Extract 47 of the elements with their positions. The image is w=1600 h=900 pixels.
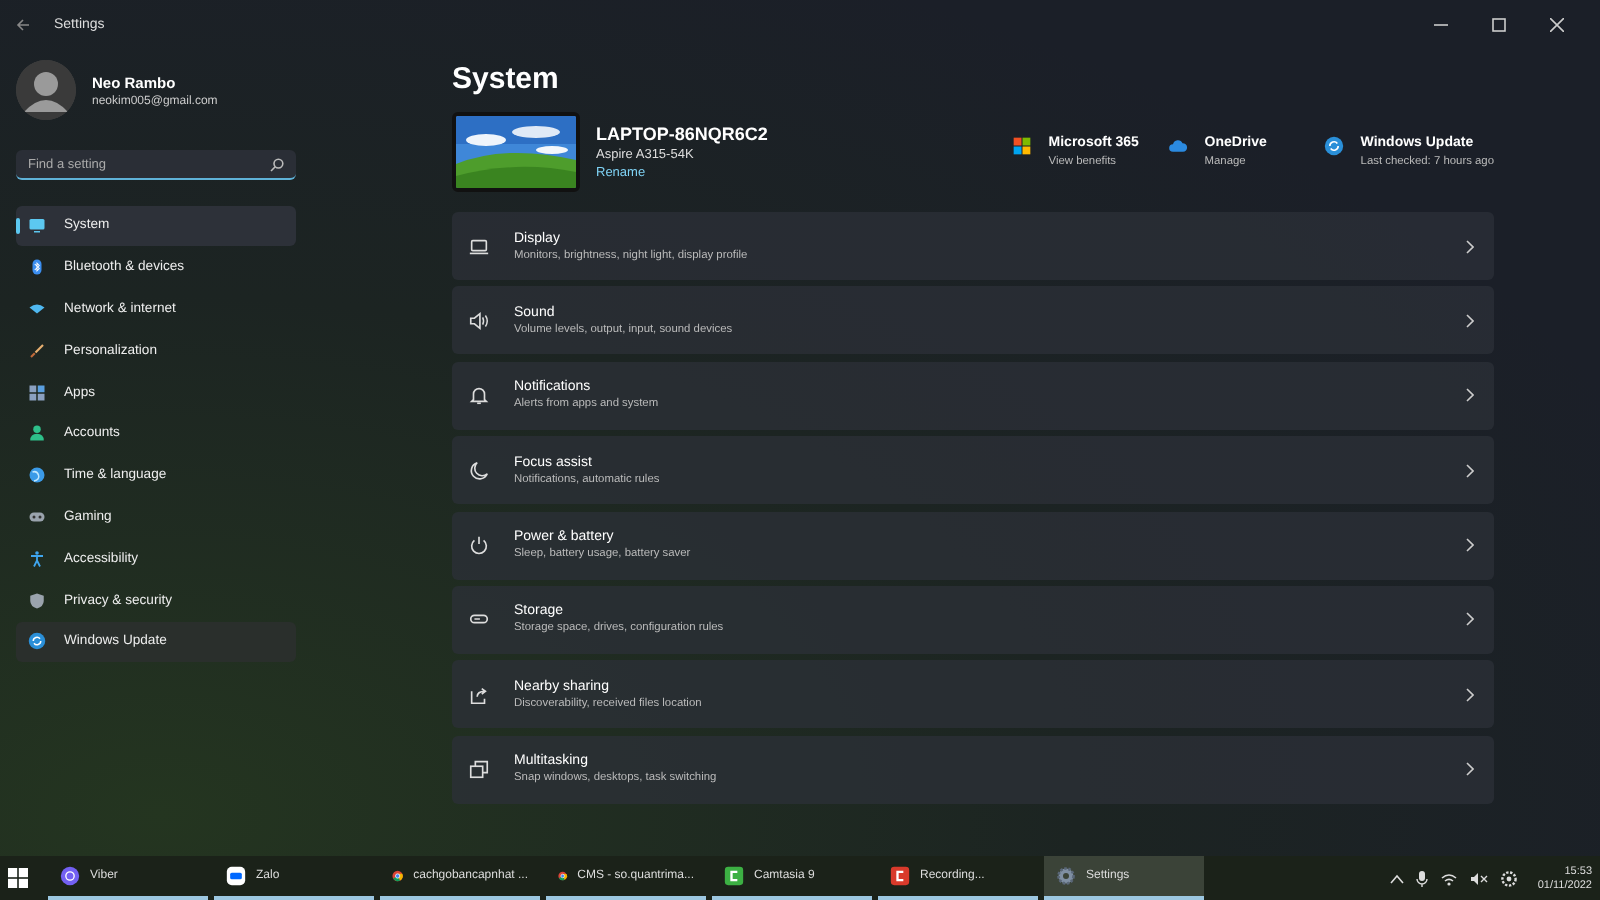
windows-logo-icon[interactable]	[8, 868, 28, 888]
browser-icon	[558, 866, 568, 886]
laptop-icon	[468, 235, 490, 257]
settings-icon[interactable]	[1499, 869, 1518, 887]
gamepad-icon	[28, 507, 46, 526]
chevron-up-icon[interactable]	[1389, 873, 1404, 883]
refresh-icon	[1324, 136, 1345, 156]
monitor-icon	[28, 216, 46, 235]
microphone-icon[interactable]	[1415, 869, 1428, 887]
chevron-icon	[1466, 239, 1474, 253]
chevron-icon	[1466, 612, 1474, 627]
brush-icon	[28, 341, 46, 360]
close-icon[interactable]	[1550, 18, 1564, 32]
chevron-icon	[1466, 313, 1474, 328]
chevron-icon	[1466, 538, 1474, 553]
accessibility-icon	[28, 549, 46, 568]
moon-icon	[468, 459, 490, 482]
person-icon	[28, 424, 46, 443]
shield-icon	[28, 591, 46, 610]
maximize-icon[interactable]	[1492, 18, 1506, 32]
share-icon	[468, 683, 490, 706]
avatar	[16, 60, 76, 120]
minimize-icon[interactable]	[1434, 18, 1448, 32]
wifi-icon	[28, 299, 46, 318]
chevron-icon	[1466, 388, 1474, 403]
apps-icon	[28, 383, 46, 402]
recorder-icon	[890, 866, 910, 886]
bell-icon	[468, 384, 490, 407]
chevron-icon	[1466, 463, 1474, 478]
bluetooth-icon	[28, 258, 46, 277]
power-icon	[468, 534, 490, 557]
refresh-icon	[28, 632, 46, 651]
device-name: LAPTOP-86NQR6C2	[596, 124, 768, 144]
page-title: System	[452, 62, 561, 96]
chevron-icon	[1466, 762, 1474, 777]
windows-stack-icon	[468, 758, 490, 781]
back-arrow-icon[interactable]	[16, 18, 30, 32]
search-icon	[270, 158, 284, 172]
camtasia-icon	[724, 866, 744, 886]
settings-icon	[1056, 866, 1076, 886]
browser-icon	[392, 866, 404, 886]
speaker-muted-icon[interactable]	[1469, 871, 1488, 885]
four-squares-icon	[1012, 136, 1033, 156]
chevron-icon	[1466, 687, 1474, 702]
cloud-icon	[1168, 136, 1189, 156]
speaker-icon	[468, 309, 490, 332]
wifi-icon[interactable]	[1439, 871, 1458, 885]
